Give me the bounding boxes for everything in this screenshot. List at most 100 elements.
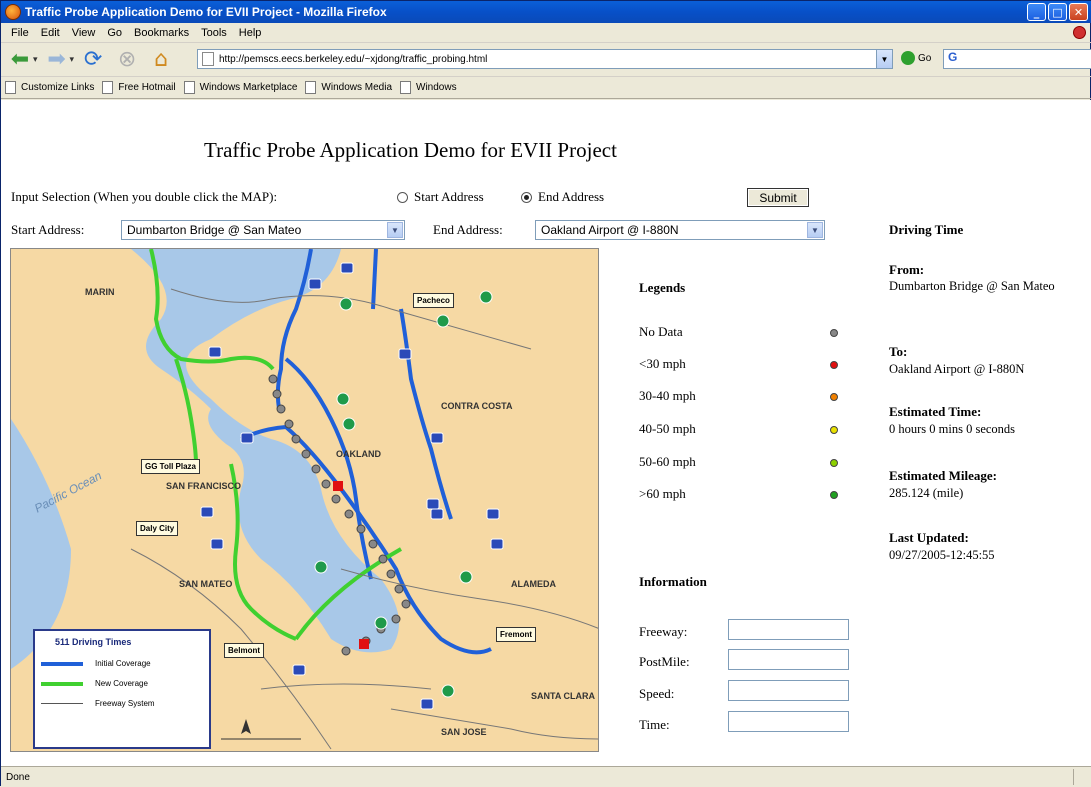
start-address-label: Start Address: (11, 222, 85, 237)
page-content: Traffic Probe Application Demo for EVII … (1, 100, 1091, 766)
page-icon (400, 81, 412, 94)
map-legend-box: 511 Driving Times Initial Coverage New C… (33, 629, 211, 749)
map-label-contra-costa: CONTRA COSTA (441, 401, 513, 411)
postmile-label: PostMile: (639, 654, 690, 669)
postmile-field[interactable] (728, 649, 849, 670)
from-label: From: (889, 262, 925, 277)
bookmark-item[interactable]: Customize Links (5, 81, 94, 94)
menu-file[interactable]: File (5, 27, 35, 39)
map-label-marin: MARIN (85, 287, 115, 297)
start-address-select[interactable]: Dumbarton Bridge @ San Mateo ▼ (121, 220, 405, 240)
status-divider (1073, 769, 1074, 785)
map-callout-gg-toll-plaza[interactable]: GG Toll Plaza (141, 459, 200, 474)
go-button[interactable]: Go (901, 51, 931, 65)
search-engine-icon: G (948, 50, 958, 64)
minimize-icon[interactable]: _ (1027, 3, 1046, 21)
map-callout-belmont[interactable]: Belmont (224, 643, 264, 658)
no-data-dot-icon (830, 329, 838, 337)
page-icon (102, 81, 114, 94)
speed-label: Speed: (639, 686, 675, 701)
yellow-dot-icon (830, 426, 838, 434)
submit-button[interactable]: Submit (747, 188, 809, 207)
legend-item-over-60: >60 mph (639, 486, 686, 501)
end-address-select[interactable]: Oakland Airport @ I-880N ▼ (535, 220, 825, 240)
legend-item-40-50: 40-50 mph (639, 421, 696, 436)
page-icon (183, 81, 195, 94)
menu-tools[interactable]: Tools (195, 27, 233, 39)
search-box[interactable]: G (943, 49, 1091, 69)
map-label-san-francisco: SAN FRANCISCO (166, 481, 242, 491)
page-title: Traffic Probe Application Demo for EVII … (204, 138, 617, 162)
from-value: Dumbarton Bridge @ San Mateo (889, 279, 1055, 293)
start-address-radio[interactable]: Start Address (397, 189, 484, 205)
menu-bookmarks[interactable]: Bookmarks (128, 27, 195, 39)
legend-item-no-data: No Data (639, 324, 683, 339)
url-dropdown-icon[interactable]: ▼ (876, 50, 892, 68)
map-legend-freeway: Freeway System (41, 699, 155, 708)
bookmark-item[interactable]: Windows (400, 81, 457, 94)
home-icon[interactable]: ⌂ (146, 46, 176, 74)
green-dot-icon (830, 491, 838, 499)
throbber-icon (1073, 26, 1086, 39)
close-icon[interactable]: ✕ (1069, 3, 1088, 21)
estimated-mileage-label: Estimated Mileage: (889, 468, 997, 483)
window-title: Traffic Probe Application Demo for EVII … (25, 5, 387, 19)
radio-button[interactable] (521, 191, 532, 203)
estimated-mileage-value: 285.124 (mile) (889, 486, 964, 500)
map-label-santa-clara: SANTA CLARA (531, 691, 595, 701)
maximize-icon[interactable]: □ (1048, 3, 1067, 21)
end-address-radio[interactable]: End Address (521, 189, 604, 205)
back-dropdown-icon[interactable]: ▾ (33, 55, 38, 65)
menu-go[interactable]: Go (101, 27, 128, 39)
legend-item-30-40: 30-40 mph (639, 388, 696, 403)
menu-view[interactable]: View (66, 27, 102, 39)
map-callout-pacheco[interactable]: Pacheco (413, 293, 454, 308)
status-bar: Done (1, 766, 1091, 787)
end-address-label: End Address: (433, 222, 503, 237)
title-bar: Traffic Probe Application Demo for EVII … (1, 1, 1091, 23)
green-line-swatch (41, 681, 83, 686)
browser-window: Traffic Probe Application Demo for EVII … (0, 0, 1091, 787)
map-callout-fremont[interactable]: Fremont (496, 627, 536, 642)
radio-button[interactable] (397, 191, 408, 203)
estimated-time-label: Estimated Time: (889, 404, 982, 419)
forward-dropdown-icon[interactable]: ▾ (70, 55, 75, 65)
back-arrow-icon[interactable]: ⬅ (5, 46, 35, 74)
address-bar[interactable]: http://pemscs.eecs.berkeley.edu/~xjdong/… (197, 49, 893, 69)
menu-help[interactable]: Help (233, 27, 268, 39)
menu-edit[interactable]: Edit (35, 27, 66, 39)
map-label-san-mateo: SAN MATEO (179, 579, 233, 589)
bookmark-item[interactable]: Windows Media (305, 81, 392, 94)
nav-toolbar: ⬅ ▾ ➡ ▾ ⟳ ⊗ ⌂ http://pemscs.eecs.berkele… (1, 43, 1091, 77)
to-label: To: (889, 344, 908, 359)
firefox-icon (5, 4, 21, 20)
reload-icon[interactable]: ⟳ (78, 46, 108, 74)
chevron-down-icon[interactable]: ▼ (807, 222, 823, 238)
page-icon (5, 81, 16, 94)
bookmarks-bar: Customize Links Free Hotmail Windows Mar… (1, 77, 1091, 99)
estimated-time-value: 0 hours 0 mins 0 seconds (889, 422, 1016, 436)
window-controls: _ □ ✕ (1027, 3, 1088, 21)
map-legend-initial: Initial Coverage (41, 659, 151, 668)
map-callout-daly-city[interactable]: Daly City (136, 521, 179, 536)
stop-icon[interactable]: ⊗ (112, 46, 142, 74)
forward-arrow-icon[interactable]: ➡ (42, 46, 72, 74)
legend-item-under-30: <30 mph (639, 356, 686, 371)
speed-field[interactable] (728, 680, 849, 701)
traffic-map[interactable]: MARIN CONTRA COSTA SAN FRANCISCO SAN MAT… (10, 248, 599, 752)
map-label-san-jose: SAN JOSE (441, 727, 487, 737)
map-label-alameda: ALAMEDA (511, 579, 556, 589)
status-text: Done (6, 771, 30, 783)
menu-bar: File Edit View Go Bookmarks Tools Help (1, 23, 1091, 43)
chevron-down-icon[interactable]: ▼ (387, 222, 403, 238)
legend-item-50-60: 50-60 mph (639, 454, 696, 469)
page-icon (305, 81, 317, 94)
url-text: http://pemscs.eecs.berkeley.edu/~xjdong/… (219, 53, 488, 65)
last-updated-label: Last Updated: (889, 530, 969, 545)
legends-title: Legends (639, 280, 686, 295)
time-field[interactable] (728, 711, 849, 732)
bookmark-item[interactable]: Free Hotmail (102, 81, 176, 94)
freeway-field[interactable] (728, 619, 849, 640)
bookmark-item[interactable]: Windows Marketplace (183, 81, 297, 94)
driving-time-title: Driving Time (889, 222, 964, 237)
